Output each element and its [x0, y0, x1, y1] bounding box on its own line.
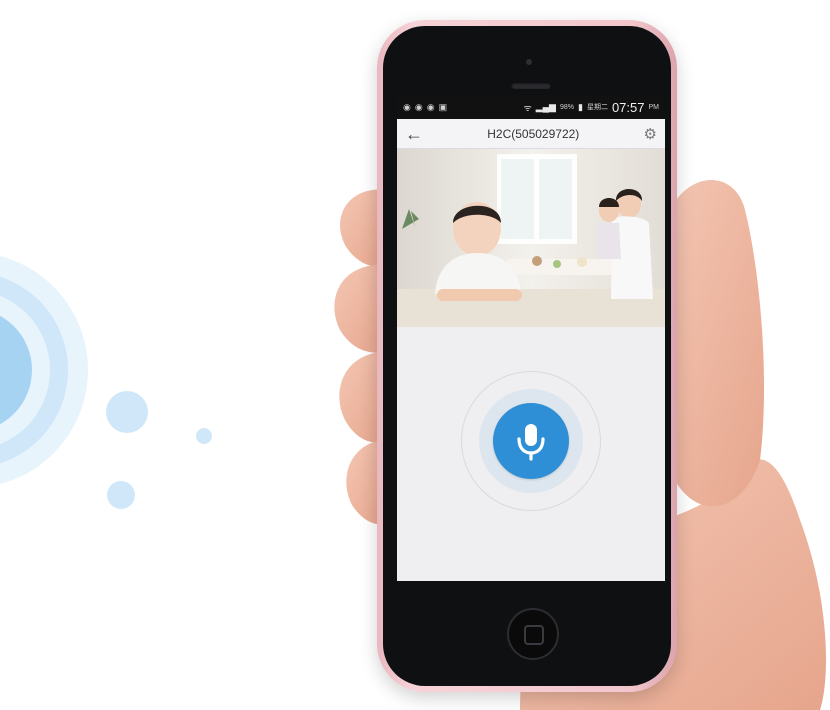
signal-icon: ▂▄▆ — [535, 101, 556, 112]
system-status: ᯤ ▂▄▆ 98% ▮ 星期二 07:57 PM — [524, 100, 659, 115]
earpiece-speaker — [511, 82, 551, 89]
clock-ampm: PM — [648, 103, 660, 111]
live-video-feed[interactable] — [397, 149, 665, 327]
status-bar: ◉ ◉ ◉ ▣ ᯤ ▂▄▆ 98% ▮ 星期二 07:57 PM — [397, 95, 665, 119]
app-screen: ◉ ◉ ◉ ▣ ᯤ ▂▄▆ 98% ▮ 星期二 07:57 PM ← H2C(5… — [397, 95, 665, 581]
microphone-icon — [517, 424, 545, 461]
video-frame — [397, 149, 665, 327]
home-button-square — [524, 625, 544, 645]
device-title: H2C(505029722) — [487, 126, 580, 141]
front-camera — [526, 59, 532, 65]
app-titlebar: ← H2C(505029722) ⚙ — [397, 119, 665, 149]
home-button[interactable] — [507, 608, 559, 660]
arrow-left-icon[interactable]: ← — [405, 125, 423, 143]
talk-panel — [397, 327, 665, 581]
chat-notification-icon: ◉ — [414, 101, 423, 112]
day-label: 星期二 — [586, 104, 608, 111]
chat-notification-icon: ◉ — [426, 101, 435, 112]
battery-percent: 98% — [559, 103, 574, 111]
clock-time: 07:57 — [611, 99, 645, 115]
push-to-talk-button[interactable] — [493, 403, 569, 479]
battery-icon: ▮ — [578, 101, 583, 112]
download-notification-icon: ▣ — [438, 101, 448, 112]
wifi-icon: ᯤ — [523, 102, 532, 113]
chat-notification-icon: ◉ — [403, 101, 411, 112]
gear-icon[interactable]: ⚙ — [644, 125, 657, 143]
notification-icons: ◉ ◉ ◉ ▣ — [403, 102, 447, 113]
